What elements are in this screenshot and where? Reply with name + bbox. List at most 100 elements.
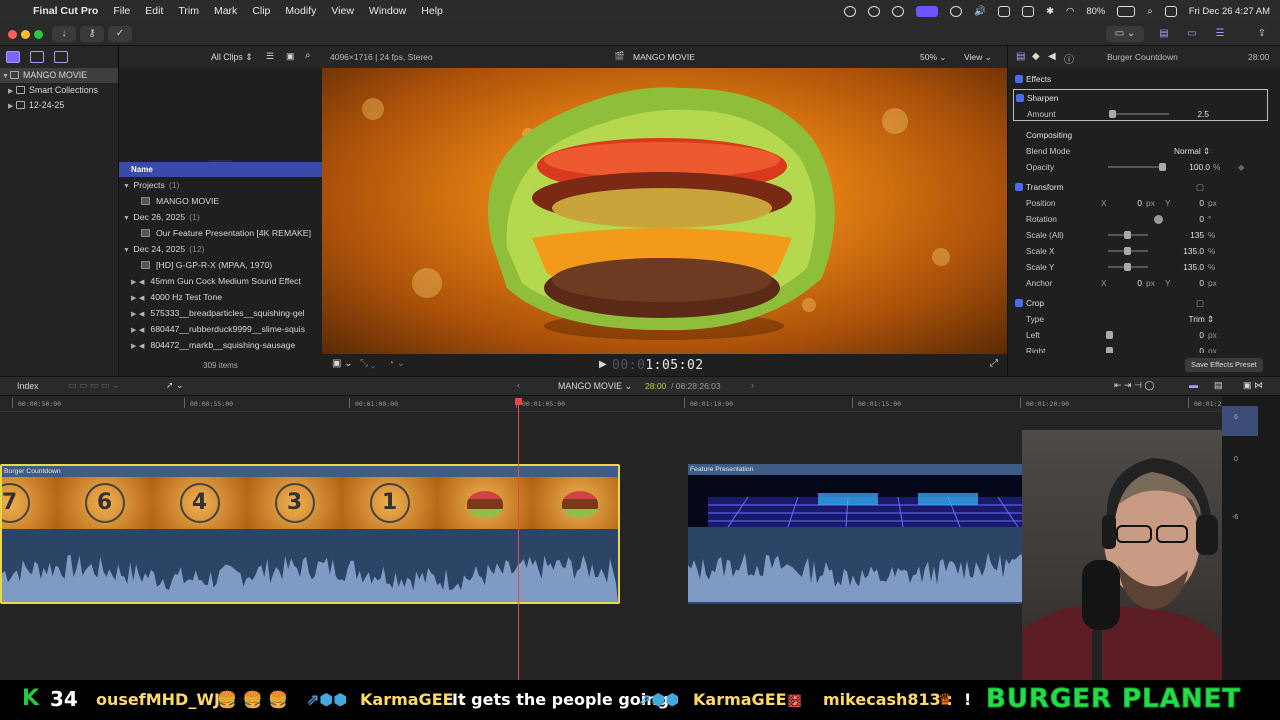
disclosure-icon[interactable]: ▶ bbox=[131, 323, 139, 337]
opacity-slider[interactable] bbox=[1108, 166, 1163, 168]
edit-buttons-icon[interactable]: ▭ ▭ ▭ ▭ ⌄ bbox=[68, 380, 120, 391]
back-icon[interactable]: ‹ bbox=[517, 380, 520, 390]
viewer-timecode[interactable]: 00:01:05:02 bbox=[612, 358, 704, 373]
slider-knob[interactable] bbox=[1124, 247, 1131, 255]
blend-select[interactable]: Normal ⇕ bbox=[1158, 143, 1210, 159]
scale-y-value[interactable]: 135.0 bbox=[1172, 259, 1204, 275]
browser-toggle-icon[interactable]: ▤ bbox=[1152, 26, 1176, 42]
menu-mark[interactable]: Mark bbox=[214, 5, 237, 17]
skimming-icon[interactable]: ▬ bbox=[1189, 380, 1198, 390]
list-item[interactable]: [HD] G-GP-R-X (MPAA, 1970) bbox=[119, 257, 322, 273]
compositing-header[interactable]: Compositing bbox=[1008, 127, 1280, 143]
transform-header[interactable]: Transform ▢ bbox=[1008, 179, 1280, 195]
opacity-value[interactable]: 100.0 bbox=[1178, 159, 1210, 175]
slider-knob[interactable] bbox=[1159, 163, 1166, 171]
clip-appearance-icon[interactable]: ▣ bbox=[286, 51, 295, 62]
zoom-button[interactable] bbox=[34, 30, 43, 39]
keyframe-icon[interactable]: ◆ bbox=[1238, 159, 1244, 175]
checkbox[interactable] bbox=[1016, 94, 1024, 102]
slider-knob[interactable] bbox=[1106, 331, 1113, 339]
volume-icon[interactable]: 🔊 bbox=[974, 6, 986, 17]
position-x[interactable]: 0 bbox=[1118, 195, 1142, 211]
onscreen-control-icon[interactable]: ▢ bbox=[1196, 179, 1204, 195]
enhancements-icon[interactable]: ◔ ⌄ bbox=[388, 358, 405, 369]
checkbox[interactable] bbox=[1015, 183, 1023, 191]
list-item[interactable]: ▶ ◀ 575333__breadparticles__squishing-gel bbox=[119, 305, 322, 321]
slider-knob[interactable] bbox=[1109, 110, 1116, 118]
sharpen-effect[interactable]: Sharpen Amount 2.5 bbox=[1013, 89, 1268, 121]
select-tool-icon[interactable]: ➚ ⌄ bbox=[166, 380, 184, 391]
timeline-project-menu[interactable]: MANGO MOVIE ⌄ bbox=[558, 381, 632, 392]
menu-modify[interactable]: Modify bbox=[285, 5, 316, 17]
list-item[interactable]: ▶ ◀ 4000 Hz Test Tone bbox=[119, 289, 322, 305]
search-icon[interactable]: ⌕ bbox=[305, 50, 311, 61]
color-inspector-icon[interactable]: ◆ bbox=[1032, 51, 1040, 62]
list-view-icon[interactable]: ☰ bbox=[266, 51, 274, 62]
scale-x-value[interactable]: 135.0 bbox=[1172, 243, 1204, 259]
menu-view[interactable]: View bbox=[331, 5, 354, 17]
titles-tab-icon[interactable] bbox=[54, 51, 68, 63]
effects-header[interactable]: Effects bbox=[1008, 71, 1280, 87]
info-icon[interactable]: ⓘ bbox=[1064, 51, 1074, 66]
crop-left-value[interactable]: 0 bbox=[1180, 327, 1204, 343]
clip-appearance-icon[interactable]: ▤ bbox=[1214, 380, 1223, 391]
status-icon[interactable] bbox=[892, 5, 905, 17]
menu-file[interactable]: File bbox=[113, 5, 130, 17]
zoom-menu[interactable]: 50% ⌄ bbox=[920, 52, 947, 63]
viewer-options-icon[interactable]: ▣ ⌄ bbox=[332, 358, 353, 369]
wifi-icon[interactable]: ◠ bbox=[1066, 6, 1074, 17]
anchor-x[interactable]: 0 bbox=[1118, 275, 1142, 291]
library-item[interactable]: ▼ MANGO MOVIE bbox=[0, 68, 118, 83]
disclosure-icon[interactable]: ▼ bbox=[123, 179, 131, 193]
clip-filter[interactable]: All Clips ⇕ bbox=[211, 52, 253, 63]
group-header[interactable]: ▼ Projects (1) bbox=[119, 177, 322, 193]
audio-inspector-icon[interactable]: ◀ bbox=[1048, 51, 1056, 62]
keyword-icon[interactable]: ⚷ bbox=[80, 26, 104, 42]
slider-knob[interactable] bbox=[1124, 263, 1131, 271]
background-tasks-icon[interactable]: ✓ bbox=[108, 26, 132, 42]
share-icon[interactable]: ⇪ bbox=[1250, 26, 1274, 42]
app-menu[interactable]: Final Cut Pro bbox=[33, 5, 98, 17]
playhead[interactable] bbox=[515, 398, 522, 680]
amount-slider[interactable] bbox=[1109, 113, 1169, 115]
photos-tab-icon[interactable] bbox=[30, 51, 44, 63]
anchor-y[interactable]: 0 bbox=[1180, 275, 1204, 291]
rotation-value[interactable]: 0 bbox=[1180, 211, 1204, 227]
timeline-controls-icon[interactable]: ⇤ ⇥ ⊣ ◯ bbox=[1114, 380, 1155, 391]
control-center-icon[interactable] bbox=[1164, 5, 1177, 17]
display-icon[interactable] bbox=[998, 5, 1011, 17]
close-button[interactable] bbox=[8, 30, 17, 39]
forward-icon[interactable]: › bbox=[751, 380, 754, 390]
crop-right-value[interactable]: 0 bbox=[1180, 343, 1204, 353]
name-column-header[interactable]: Name bbox=[119, 162, 322, 177]
play-button[interactable]: ▶ bbox=[599, 359, 607, 370]
disclosure-icon[interactable]: ▶ bbox=[131, 339, 139, 353]
libraries-tab-icon[interactable] bbox=[6, 51, 20, 63]
menu-trim[interactable]: Trim bbox=[178, 5, 199, 17]
checkbox[interactable] bbox=[1015, 75, 1023, 83]
menu-window[interactable]: Window bbox=[369, 5, 406, 17]
minimize-button[interactable] bbox=[21, 30, 30, 39]
list-item[interactable]: ▶ ◀ 804472__markb__squishing-sausage bbox=[119, 337, 322, 353]
disclosure-icon[interactable]: ▶ bbox=[131, 291, 139, 305]
view-menu[interactable]: View ⌄ bbox=[964, 52, 992, 63]
feature-presentation-clip[interactable]: Feature Presentation bbox=[688, 464, 1056, 604]
list-item[interactable]: ▶ ◀ 680447__rubberduck9999__slime-squis bbox=[119, 321, 322, 337]
checkbox[interactable] bbox=[1015, 299, 1023, 307]
slider-knob[interactable] bbox=[1124, 231, 1131, 239]
menu-clip[interactable]: Clip bbox=[252, 5, 270, 17]
index-button[interactable]: Index bbox=[17, 381, 39, 391]
list-item[interactable]: MANGO MOVIE bbox=[119, 193, 322, 209]
disclosure-icon[interactable]: ▼ bbox=[123, 211, 131, 225]
transform-tool-icon[interactable]: ⤡ ⌄ bbox=[360, 358, 376, 369]
search-icon[interactable]: ⌕ bbox=[1147, 6, 1152, 17]
clock[interactable]: Fri Dec 26 4:27 AM bbox=[1189, 6, 1270, 17]
list-item[interactable]: Our Feature Presentation [4K REMAKE] bbox=[119, 225, 322, 241]
effects-browser-icon[interactable]: ▣ ⋈ bbox=[1243, 380, 1263, 391]
event-item[interactable]: ▶ 12-24-25 bbox=[0, 98, 118, 113]
amount-value[interactable]: 2.5 bbox=[1169, 106, 1209, 122]
timeline-ruler[interactable]: 00:00:50:00 00:00:55:00 00:01:00:00 00:01:0… bbox=[0, 396, 1222, 412]
crop-header[interactable]: Crop ▢ bbox=[1008, 295, 1280, 311]
crop-type-select[interactable]: Trim ⇕ bbox=[1168, 311, 1214, 327]
video-inspector-icon[interactable]: ▤ bbox=[1016, 51, 1025, 62]
